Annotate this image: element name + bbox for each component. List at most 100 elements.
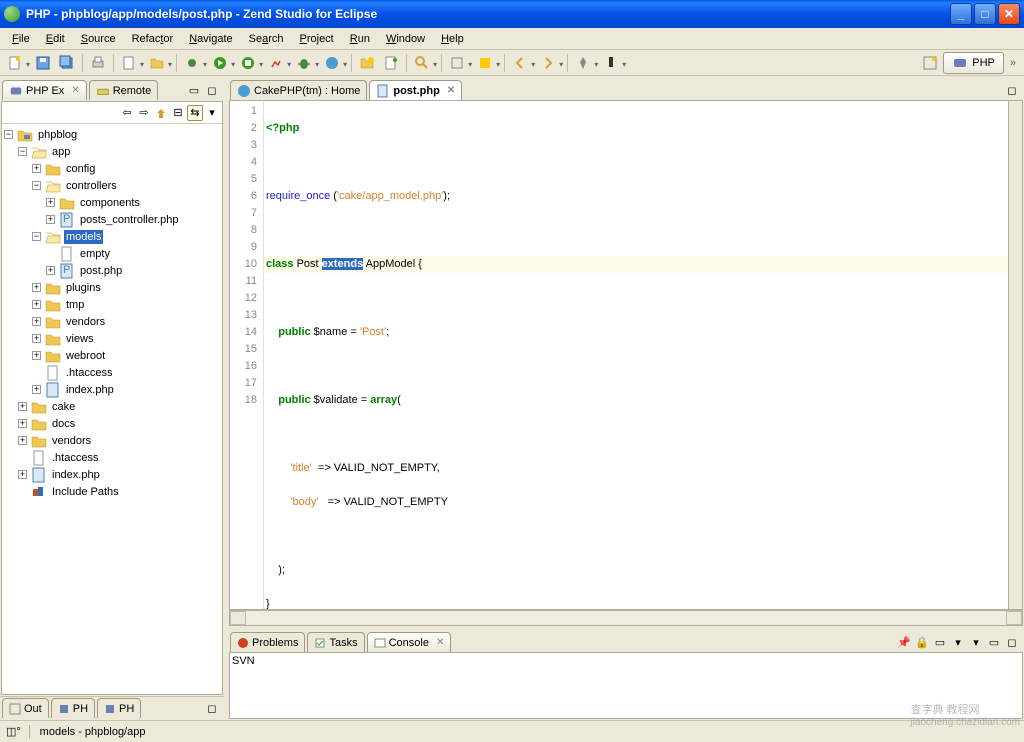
run-button[interactable] xyxy=(209,52,231,74)
newfolder-button[interactable] xyxy=(146,52,168,74)
tree-vendors[interactable]: +vendors xyxy=(4,313,220,330)
back-icon[interactable]: ⇦ xyxy=(119,105,135,121)
console-min-icon[interactable]: ▭ xyxy=(986,634,1002,650)
maximize-icon[interactable]: ◻ xyxy=(204,82,220,98)
tree-posts-controller[interactable]: +Pposts_controller.php xyxy=(4,211,220,228)
up-icon[interactable] xyxy=(153,105,169,121)
perspective-php-button[interactable]: PHP xyxy=(943,52,1004,74)
back-button[interactable] xyxy=(509,52,531,74)
menu-search[interactable]: Search xyxy=(241,30,292,48)
runext-button[interactable] xyxy=(237,52,259,74)
menu-help[interactable]: Help xyxy=(433,30,472,48)
menu-edit[interactable]: Edit xyxy=(38,30,73,48)
save-button[interactable] xyxy=(32,52,54,74)
tab-ph2[interactable]: PH xyxy=(97,698,141,718)
code-editor[interactable]: 123456789101112131415161718 <?php requir… xyxy=(229,100,1023,610)
console-pin-icon[interactable]: 📌 xyxy=(896,634,912,650)
close-icon[interactable]: ✕ xyxy=(436,637,444,648)
tree-webroot[interactable]: +webroot xyxy=(4,347,220,364)
menu-refactor[interactable]: Refactor xyxy=(124,30,182,48)
menu-run[interactable]: Run xyxy=(342,30,378,48)
pin-button[interactable] xyxy=(572,52,594,74)
tree-empty[interactable]: empty xyxy=(4,245,220,262)
link-icon[interactable]: ⇆ xyxy=(187,105,203,121)
print-button[interactable] xyxy=(87,52,109,74)
console-max-icon[interactable]: ◻ xyxy=(1004,634,1020,650)
tab-tasks[interactable]: Tasks xyxy=(307,632,364,652)
debug-button[interactable] xyxy=(293,52,315,74)
statusbar: ◫° │ models - phpblog/app xyxy=(0,720,1024,742)
tree-config[interactable]: +config xyxy=(4,160,220,177)
perspective-more[interactable]: » xyxy=(1006,57,1020,69)
tree-postphp[interactable]: +Ppost.php xyxy=(4,262,220,279)
console-body[interactable]: SVN xyxy=(229,652,1023,719)
app-icon xyxy=(4,6,20,22)
tree-include-paths[interactable]: Include Paths xyxy=(4,483,220,500)
tab-console[interactable]: Console✕ xyxy=(367,632,452,652)
tab-cakephp-home[interactable]: CakePHP(tm) : Home xyxy=(230,80,367,100)
saveall-button[interactable] xyxy=(56,52,78,74)
menu-window[interactable]: Window xyxy=(378,30,433,48)
tab-problems[interactable]: Problems xyxy=(230,632,305,652)
console-clear-icon[interactable]: ▭ xyxy=(932,634,948,650)
extlink-button[interactable] xyxy=(321,52,343,74)
forward-button[interactable] xyxy=(537,52,559,74)
tree-cake[interactable]: +cake xyxy=(4,398,220,415)
console-dd2-icon[interactable]: ▾ xyxy=(968,634,984,650)
menubar: File Edit Source Refactor Navigate Searc… xyxy=(0,28,1024,50)
menu-navigate[interactable]: Navigate xyxy=(181,30,240,48)
tree-htaccess2[interactable]: .htaccess xyxy=(4,449,220,466)
bug1-button[interactable] xyxy=(181,52,203,74)
search-button[interactable] xyxy=(411,52,433,74)
tree-indexphp2[interactable]: +index.php xyxy=(4,466,220,483)
menu-source[interactable]: Source xyxy=(73,30,124,48)
collapse-icon[interactable]: ⊟ xyxy=(170,105,186,121)
tab-php-explorer[interactable]: PHP Ex✕ xyxy=(2,80,87,100)
tree-app[interactable]: −app xyxy=(4,143,220,160)
menu-icon[interactable]: ▾ xyxy=(204,105,220,121)
tree-htaccess[interactable]: .htaccess xyxy=(4,364,220,381)
newproj-button[interactable] xyxy=(356,52,378,74)
tree-models[interactable]: −models xyxy=(4,228,220,245)
close-icon[interactable]: ✕ xyxy=(71,85,79,96)
tree-controllers[interactable]: −controllers xyxy=(4,177,220,194)
tree-components[interactable]: +components xyxy=(4,194,220,211)
tab-ph1[interactable]: PH xyxy=(51,698,95,718)
code-content[interactable]: <?php require_once ('cake/app_model.php'… xyxy=(264,101,1008,609)
annotate-button[interactable] xyxy=(446,52,468,74)
titlebar: PHP - phpblog/app/models/post.php - Zend… xyxy=(0,0,1024,28)
status-path: models - phpblog/app xyxy=(40,726,146,738)
editor-hscroll[interactable] xyxy=(229,610,1023,626)
minimize-icon[interactable]: ▭ xyxy=(186,82,202,98)
menu-project[interactable]: Project xyxy=(292,30,342,48)
close-tab-icon[interactable]: ✕ xyxy=(447,85,455,96)
overview-ruler[interactable] xyxy=(1008,101,1022,609)
perspective-open-button[interactable] xyxy=(919,52,941,74)
tab-remote[interactable]: Remote xyxy=(89,80,159,100)
new-dropdown[interactable]: ▾ xyxy=(26,60,30,69)
restore-icon[interactable]: ◻ xyxy=(204,700,220,716)
marker-button[interactable] xyxy=(600,52,622,74)
tab-postphp[interactable]: post.php✕ xyxy=(369,80,462,100)
menu-file[interactable]: File xyxy=(4,30,38,48)
close-button[interactable]: ✕ xyxy=(998,3,1020,25)
tree-tmp[interactable]: +tmp xyxy=(4,296,220,313)
tree-plugins[interactable]: +plugins xyxy=(4,279,220,296)
fwd-icon[interactable]: ⇨ xyxy=(136,105,152,121)
tree-indexphp[interactable]: +index.php xyxy=(4,381,220,398)
tree-views[interactable]: +views xyxy=(4,330,220,347)
minimize-button[interactable]: _ xyxy=(950,3,972,25)
new-button[interactable] xyxy=(4,52,26,74)
tree-vendors2[interactable]: +vendors xyxy=(4,432,220,449)
console-dd1-icon[interactable]: ▾ xyxy=(950,634,966,650)
newfile-button[interactable] xyxy=(118,52,140,74)
mark1-button[interactable] xyxy=(474,52,496,74)
tab-outline[interactable]: Out xyxy=(2,698,49,718)
profile-button[interactable] xyxy=(265,52,287,74)
tree-docs[interactable]: +docs xyxy=(4,415,220,432)
console-lock-icon[interactable]: 🔒 xyxy=(914,634,930,650)
maximize-button[interactable]: □ xyxy=(974,3,996,25)
newclass-button[interactable] xyxy=(380,52,402,74)
tree-phpblog[interactable]: −phpblog xyxy=(4,126,220,143)
editor-maximize-icon[interactable]: ◻ xyxy=(1004,82,1020,98)
